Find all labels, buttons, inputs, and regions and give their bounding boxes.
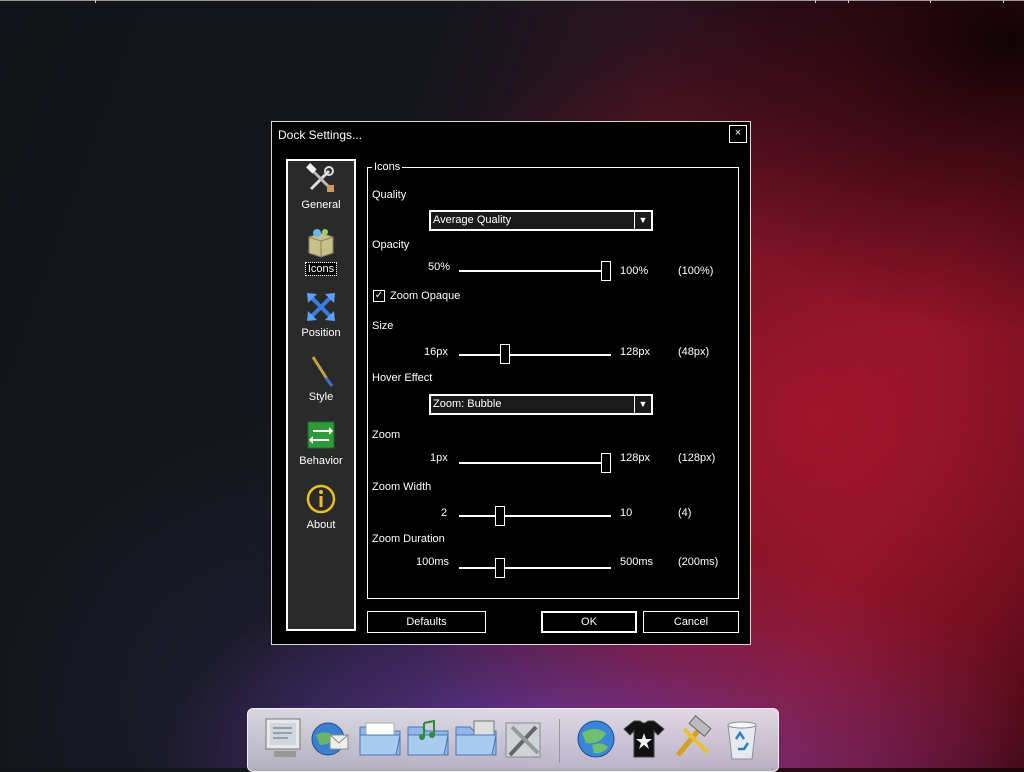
quality-label: Quality [372, 189, 407, 201]
dock-settings-dialog: Dock Settings... × General Icons Positio… [271, 121, 751, 645]
sidebar-item-label: Icons [304, 262, 338, 276]
size-min: 16px [424, 346, 448, 358]
zoom-opaque-label[interactable]: Zoom Opaque [390, 290, 460, 302]
sidebar-item-label: Style [308, 391, 334, 403]
globe-mail-icon[interactable] [306, 715, 354, 763]
zoom-width-slider-thumb[interactable] [494, 506, 505, 526]
opacity-min: 50% [428, 261, 451, 273]
zoom-duration-current: (200ms) [678, 556, 719, 568]
hammer-icon[interactable] [668, 715, 716, 763]
icons-box-icon [308, 229, 334, 258]
sidebar-item-position[interactable]: Position [288, 291, 354, 351]
defaults-button[interactable]: Defaults [367, 611, 486, 633]
size-slider-thumb[interactable] [500, 344, 511, 364]
size-max: 128px [620, 346, 650, 358]
internet-globe-icon[interactable] [572, 715, 620, 763]
monitor-icon[interactable] [260, 715, 308, 763]
zoom-max: 128px [620, 452, 650, 464]
tools-icon [306, 163, 334, 192]
zoom-width-current: (4) [678, 507, 692, 519]
opacity-slider-thumb[interactable] [601, 261, 611, 281]
size-label: Size [372, 320, 394, 332]
dock-bar [247, 708, 779, 772]
opacity-label: Opacity [372, 239, 410, 251]
zoom-width-slider-track[interactable] [459, 515, 611, 517]
group-title: Icons [372, 161, 403, 173]
screen-top-edge [0, 0, 1024, 3]
dialog-title: Dock Settings... [278, 128, 363, 142]
zoom-width-max: 10 [620, 507, 633, 519]
chevron-down-icon[interactable]: ▼ [634, 396, 651, 413]
zoom-width-label: Zoom Width [372, 481, 432, 493]
size-slider-track[interactable] [459, 354, 611, 356]
zoom-label: Zoom [372, 429, 401, 441]
sidebar-item-label: About [306, 519, 336, 531]
zoom-duration-slider-track[interactable] [459, 567, 611, 569]
sidebar-item-general[interactable]: General [288, 163, 354, 223]
sidebar-item-label: Behavior [299, 455, 343, 467]
close-button[interactable]: × [729, 125, 747, 143]
size-current: (48px) [678, 346, 710, 358]
ok-button[interactable]: OK [541, 611, 637, 633]
pictures-folder-icon[interactable] [452, 715, 500, 763]
hover-effect-label: Hover Effect [372, 372, 433, 384]
zoom-duration-min: 100ms [416, 556, 450, 568]
opacity-current: (100%) [678, 265, 714, 277]
position-arrows-icon [307, 293, 335, 321]
chevron-down-icon[interactable]: ▼ [634, 212, 651, 229]
zoom-duration-max: 500ms [620, 556, 654, 568]
sidebar-item-style[interactable]: Style [288, 355, 354, 415]
sidebar-item-behavior[interactable]: Behavior [288, 419, 354, 479]
zoom-width-min: 2 [441, 507, 448, 519]
brush-icon [311, 356, 334, 387]
sidebar-item-label: General [301, 199, 341, 211]
tshirt-icon[interactable] [620, 715, 668, 763]
cancel-button[interactable]: Cancel [643, 611, 739, 633]
info-icon [306, 484, 336, 514]
behavior-arrows-icon [307, 421, 335, 449]
sidebar-item-label: Position [301, 327, 341, 339]
sidebar-item-about[interactable]: About [288, 483, 354, 543]
hover-effect-value: Zoom: Bubble [433, 398, 502, 410]
quality-select[interactable]: Average Quality ▼ [429, 210, 653, 231]
hover-effect-select[interactable]: Zoom: Bubble ▼ [429, 394, 653, 415]
recycle-bin-icon[interactable] [718, 715, 766, 763]
zoom-min: 1px [430, 452, 448, 464]
zoom-slider-thumb[interactable] [601, 453, 611, 473]
settings-sidebar: General Icons Position Style Behavior Ab… [286, 159, 356, 631]
zoom-slider-track[interactable] [459, 462, 611, 464]
opacity-slider-track[interactable] [459, 270, 611, 272]
dock-separator [559, 719, 560, 763]
folder-icon[interactable] [356, 715, 404, 763]
music-folder-icon[interactable] [404, 715, 452, 763]
zoom-duration-label: Zoom Duration [372, 533, 445, 545]
zoom-duration-slider-thumb[interactable] [494, 558, 505, 578]
zoom-current: (128px) [678, 452, 716, 464]
settings-tools-icon[interactable] [500, 715, 548, 763]
zoom-opaque-checkbox[interactable]: ✓ [373, 290, 385, 302]
opacity-max: 100% [620, 265, 649, 277]
quality-value: Average Quality [433, 214, 512, 226]
sidebar-item-icons[interactable]: Icons [288, 227, 354, 287]
